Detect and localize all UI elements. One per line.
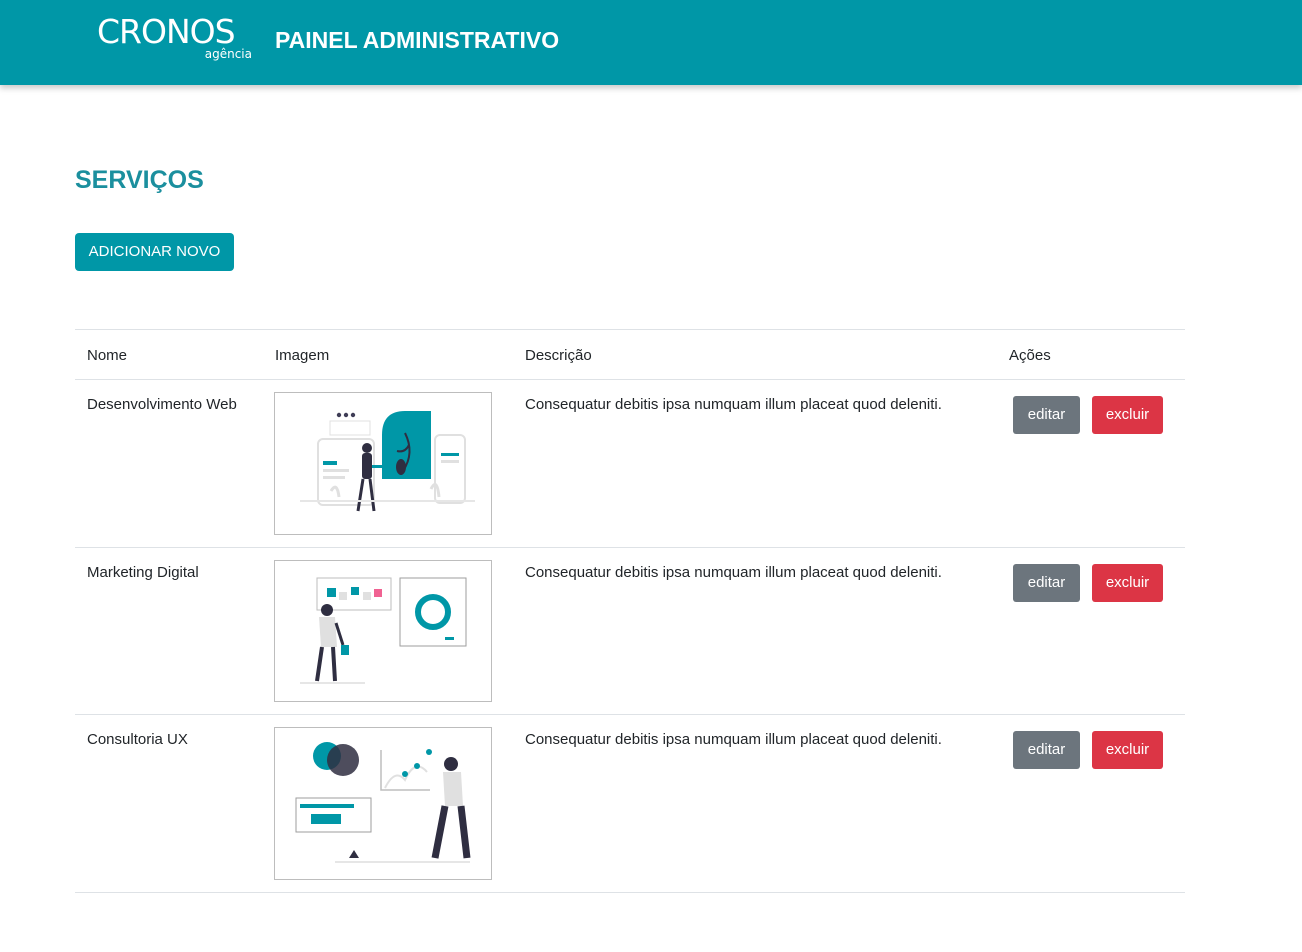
edit-button[interactable]: editar: [1013, 731, 1080, 769]
service-description: Consequatur debitis ipsa numquam illum p…: [525, 564, 942, 581]
web-development-illustration-icon: [300, 411, 475, 512]
ux-consulting-illustration-icon: [295, 742, 471, 863]
service-image: [274, 560, 492, 702]
table-header: Nome Imagem Descrição Ações: [75, 329, 1185, 380]
services-table: Nome Imagem Descrição Ações Desenvolvime…: [75, 329, 1185, 893]
column-header-name: Nome: [87, 347, 128, 364]
admin-panel-title: PAINEL ADMINISTRATIVO: [275, 27, 560, 53]
page-title: SERVIÇOS: [75, 166, 204, 194]
column-header-image: Imagem: [275, 347, 330, 364]
delete-button[interactable]: excluir: [1092, 731, 1163, 769]
column-header-description: Descrição: [525, 347, 592, 364]
digital-marketing-illustration-icon: [300, 577, 467, 684]
service-name: Consultoria UX: [87, 731, 188, 748]
top-header: CRONOS agência PAINEL ADMINISTRATIVO: [0, 0, 1302, 85]
service-image: [274, 727, 492, 880]
cronos-logo[interactable]: CRONOS agência: [97, 13, 257, 63]
service-description: Consequatur debitis ipsa numquam illum p…: [525, 731, 942, 748]
service-name: Desenvolvimento Web: [87, 396, 237, 413]
edit-button[interactable]: editar: [1013, 564, 1080, 602]
edit-button[interactable]: editar: [1013, 396, 1080, 434]
logo-wordmark: CRONOS: [97, 12, 236, 51]
table-row: Desenvolvimento Web Consequatur debitis …: [75, 380, 1185, 548]
column-header-actions: Ações: [1009, 347, 1051, 364]
service-name: Marketing Digital: [87, 564, 199, 581]
service-description: Consequatur debitis ipsa numquam illum p…: [525, 396, 942, 413]
logo-tagline: agência: [204, 47, 252, 61]
delete-button[interactable]: excluir: [1092, 564, 1163, 602]
table-row: Marketing Digital Consequatur debitis ip…: [75, 548, 1185, 715]
add-new-button[interactable]: ADICIONAR NOVO: [75, 233, 234, 271]
delete-button[interactable]: excluir: [1092, 396, 1163, 434]
service-image: [274, 392, 492, 535]
table-row: Consultoria UX Consequatur debitis ipsa …: [75, 715, 1185, 893]
